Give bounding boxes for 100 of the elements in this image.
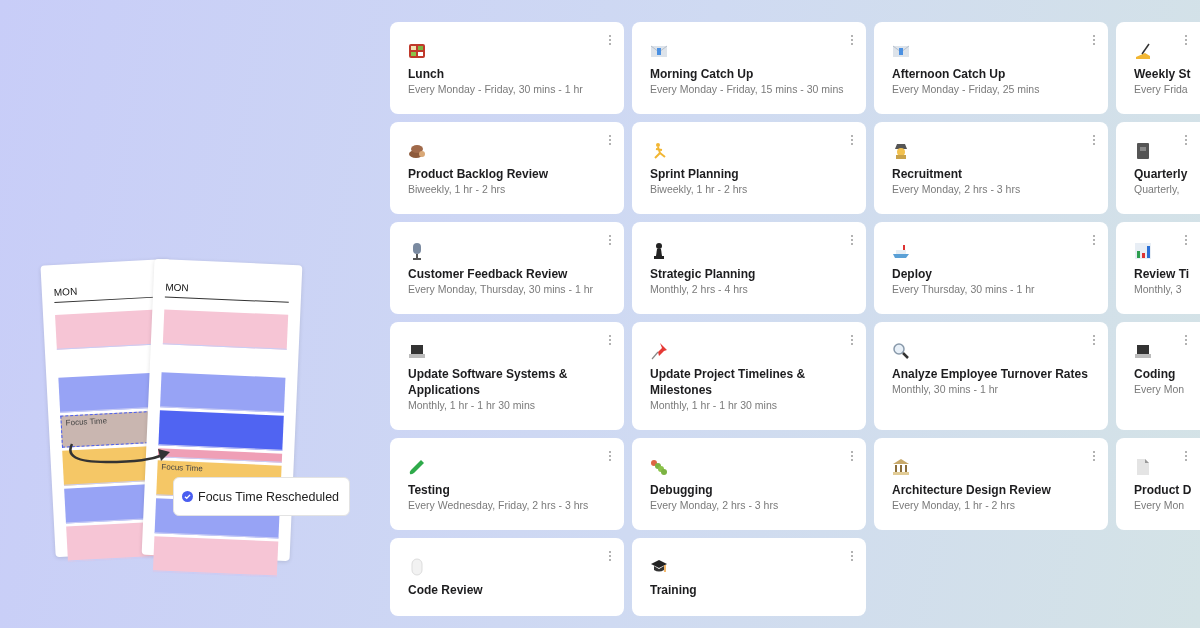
event-schedule: Biweekly, 1 hr - 2 hrs <box>408 182 506 196</box>
event-title: Customer Feedback Review <box>408 266 568 282</box>
more-icon[interactable] <box>608 234 612 246</box>
event-title: Afternoon Catch Up <box>892 66 1006 82</box>
event-card[interactable]: Lunch Every Monday - Friday, 30 mins - 1 hr <box>390 22 624 114</box>
event-card[interactable]: Afternoon Catch Up Every Monday - Friday, 25 mins <box>874 22 1108 114</box>
event-schedule: Monthly, 30 mins - 1 hr <box>892 382 998 396</box>
event-card[interactable]: Analyze Employee Turnover Rates Monthly, 30 mins - 1 hr <box>874 322 1108 430</box>
more-icon[interactable] <box>608 334 612 346</box>
event-card[interactable]: Update Project Timelines & Milestones Monthly, 1 hr - 1 hr 30 mins <box>632 322 866 430</box>
event-schedule: Every Mon <box>1134 498 1185 512</box>
more-icon[interactable] <box>1092 134 1096 146</box>
event-schedule: Every Monday - Friday, 30 mins - 1 hr <box>408 82 583 96</box>
event-card[interactable]: Testing Every Wednesday, Friday, 2 hrs - 3 hrs <box>390 438 624 530</box>
event-schedule: Biweekly, 1 hr - 2 hrs <box>650 182 748 196</box>
event-card[interactable]: Review Ti Monthly, 3 <box>1116 222 1200 314</box>
more-icon[interactable] <box>608 34 612 46</box>
event-schedule: Every Monday, Thursday, 30 mins - 1 hr <box>408 282 593 296</box>
event-title: Training <box>650 582 697 598</box>
test-tube-icon <box>408 458 426 476</box>
event-card[interactable]: Morning Catch Up Every Monday - Friday, 15 mins - 30 mins <box>632 22 866 114</box>
more-icon[interactable] <box>1092 334 1096 346</box>
more-icon[interactable] <box>850 334 854 346</box>
event-card[interactable]: Coding Every Mon <box>1116 322 1200 430</box>
event-card[interactable]: Product D Every Mon <box>1116 438 1200 530</box>
more-icon[interactable] <box>850 134 854 146</box>
event-schedule: Every Monday - Friday, 15 mins - 30 mins <box>650 82 844 96</box>
event-card[interactable]: Sprint Planning Biweekly, 1 hr - 2 hrs <box>632 122 866 214</box>
event-card[interactable]: Product Backlog Review Biweekly, 1 hr - 2 hrs <box>390 122 624 214</box>
event-card[interactable]: Recruitment Every Monday, 2 hrs - 3 hrs <box>874 122 1108 214</box>
more-icon[interactable] <box>608 550 612 562</box>
event-schedule: Monthly, 3 <box>1134 282 1182 296</box>
event-schedule: Every Wednesday, Friday, 2 hrs - 3 hrs <box>408 498 589 512</box>
more-icon[interactable] <box>1092 450 1096 462</box>
event-title: Testing <box>408 482 450 498</box>
event-title: Coding <box>1134 366 1176 382</box>
event-title: Quarterly <box>1134 166 1188 182</box>
more-icon[interactable] <box>850 450 854 462</box>
laptop-icon <box>408 342 426 360</box>
more-icon[interactable] <box>850 234 854 246</box>
more-icon[interactable] <box>850 550 854 562</box>
more-icon[interactable] <box>1092 34 1096 46</box>
event-schedule: Monthly, 1 hr - 1 hr 30 mins <box>408 398 536 412</box>
more-icon[interactable] <box>1184 450 1188 462</box>
event-schedule: Every Frida <box>1134 82 1188 96</box>
day-label: MON <box>164 281 290 303</box>
event-title: Deploy <box>892 266 932 282</box>
bento-box-icon <box>408 42 426 60</box>
bar-chart-icon <box>1134 242 1152 260</box>
event-schedule: Every Monday - Friday, 25 mins <box>892 82 1040 96</box>
event-card[interactable]: Code Review <box>390 538 624 616</box>
event-schedule: Monthly, 2 hrs - 4 hrs <box>650 282 748 296</box>
event-card[interactable]: Training <box>632 538 866 616</box>
event-title: Architecture Design Review <box>892 482 1051 498</box>
toast-text: Focus Time Rescheduled <box>198 489 340 504</box>
event-schedule: Monthly, 1 hr - 1 hr 30 mins <box>650 398 778 412</box>
event-card[interactable]: Update Software Systems & Applications Monthly, 1 hr - 1 hr 30 mins <box>390 322 624 430</box>
pushpin-icon <box>650 342 668 360</box>
document-icon <box>1134 458 1152 476</box>
event-label: Focus Time <box>65 416 108 428</box>
notebook-icon <box>1134 142 1152 160</box>
event-title: Morning Catch Up <box>650 66 754 82</box>
event-label: Focus Time <box>161 462 203 474</box>
event-schedule: Every Thursday, 30 mins - 1 hr <box>892 282 1035 296</box>
check-circle-icon <box>182 491 193 502</box>
more-icon[interactable] <box>608 134 612 146</box>
event-card[interactable]: Quarterly Quarterly, <box>1116 122 1200 214</box>
event-title: Code Review <box>408 582 483 598</box>
event-title: Update Project Timelines & Milestones <box>650 366 807 398</box>
event-card[interactable]: Architecture Design Review Every Monday, 1 hr - 2 hrs <box>874 438 1108 530</box>
more-icon[interactable] <box>1184 34 1188 46</box>
search-icon <box>892 342 910 360</box>
more-icon[interactable] <box>608 450 612 462</box>
event-title: Product Backlog Review <box>408 166 549 182</box>
event-title: Strategic Planning <box>650 266 756 282</box>
event-title: Weekly St <box>1134 66 1191 82</box>
computer-mouse-icon <box>408 558 426 576</box>
event-title: Sprint Planning <box>650 166 739 182</box>
event-schedule: Every Monday, 2 hrs - 3 hrs <box>650 498 779 512</box>
more-icon[interactable] <box>1092 234 1096 246</box>
more-icon[interactable] <box>1184 234 1188 246</box>
event-card[interactable]: Debugging Every Monday, 2 hrs - 3 hrs <box>632 438 866 530</box>
event-schedule: Every Mon <box>1134 382 1185 396</box>
event-card[interactable]: Customer Feedback Review Every Monday, Thursday, 30 mins - 1 hr <box>390 222 624 314</box>
event-schedule: Every Monday, 2 hrs - 3 hrs <box>892 182 1021 196</box>
event-schedule: Every Monday, 1 hr - 2 hrs <box>892 498 1015 512</box>
event-card[interactable]: Deploy Every Thursday, 30 mins - 1 hr <box>874 222 1108 314</box>
event-title: Product D <box>1134 482 1192 498</box>
event-title: Update Software Systems & Applications <box>408 366 569 398</box>
event-card[interactable]: Strategic Planning Monthly, 2 hrs - 4 hrs <box>632 222 866 314</box>
logs-icon <box>408 142 426 160</box>
more-icon[interactable] <box>1184 134 1188 146</box>
event-title: Review Ti <box>1134 266 1190 282</box>
event-card[interactable]: Weekly St Every Frida <box>1116 22 1200 114</box>
event-title: Recruitment <box>892 166 962 182</box>
more-icon[interactable] <box>850 34 854 46</box>
ship-icon <box>892 242 910 260</box>
laptop-icon <box>1134 342 1152 360</box>
more-icon[interactable] <box>1184 334 1188 346</box>
classical-building-icon <box>892 458 910 476</box>
